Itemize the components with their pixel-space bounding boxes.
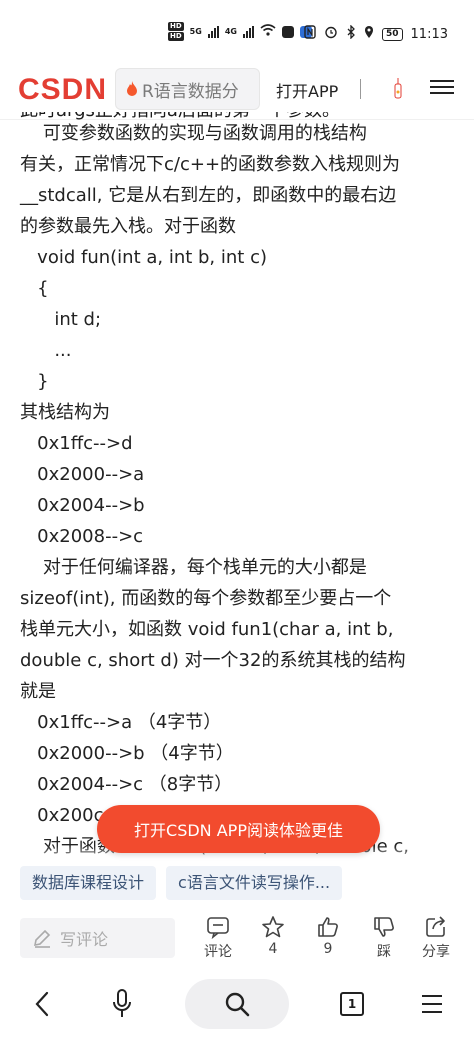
comment-input[interactable]: 写评论 [20, 918, 175, 958]
related-tag[interactable]: c语言文件读写操作... [166, 866, 343, 900]
tabs-button[interactable]: 1 [338, 986, 366, 1022]
article-line: 就是 [20, 681, 56, 702]
signal-icon-2 [242, 25, 254, 38]
network-5g-label: 5G [189, 27, 202, 36]
like-count: 9 [323, 941, 333, 957]
open-app-button[interactable]: 打开APP [276, 78, 338, 102]
system-nav-bar: 1 [0, 970, 474, 1042]
share-label: 分享 [422, 944, 450, 960]
battery-indicator: 50 [382, 27, 403, 41]
csdn-logo[interactable]: CSDN [18, 73, 107, 107]
article-line: 其栈结构为 [20, 402, 110, 423]
article-line: } [20, 371, 49, 392]
search-placeholder: R语言数据分 [142, 81, 239, 102]
flame-icon [127, 81, 137, 96]
star-icon [262, 916, 284, 938]
article-line: double c, short d) 对一个32的系统其栈的结构 [20, 650, 406, 671]
hd-bottom-label: HD [168, 32, 184, 41]
hd-indicator: HD HD [168, 22, 184, 41]
menu-icon[interactable] [430, 76, 454, 100]
article-line: int d; [20, 309, 102, 330]
search-box[interactable]: R语言数据分 [115, 68, 260, 110]
back-button[interactable] [28, 986, 56, 1022]
article-line: 0x1ffc-->d [20, 433, 133, 454]
article-line: 栈单元大小，如函数 void fun1(char a, int b, [20, 619, 394, 640]
voice-button[interactable] [108, 986, 136, 1022]
article-line: 有关，正常情况下c/c++的函数参数入栈规则为 [20, 154, 401, 175]
signal-icon [207, 25, 219, 38]
status-bar: HD HD 5G 4G 50 11:13 [0, 0, 474, 60]
comment-action-label: 评论 [204, 944, 232, 960]
notification-app-icon [281, 25, 294, 38]
wifi-icon [260, 24, 276, 39]
article-body: 可变参数函数的实现与函数调用的栈结构有关，正常情况下c/c++的函数参数入栈规则… [20, 118, 460, 862]
dislike-label: 踩 [377, 944, 391, 960]
share-action[interactable]: 分享 [414, 915, 458, 961]
network-4g-label: 4G [224, 27, 237, 36]
clock: 11:13 [410, 26, 448, 42]
header-divider [360, 79, 361, 99]
article-line: 的参数最先入栈。对于函数 [20, 216, 236, 237]
pencil-icon [33, 929, 51, 948]
hamburger-icon [422, 995, 442, 1013]
back-icon [35, 991, 49, 1017]
article-line: { [20, 278, 49, 299]
article-line: __stdcall, 它是从右到左的，即函数中的最右边 [20, 185, 397, 206]
dislike-action[interactable]: 踩 [362, 915, 406, 961]
status-icons-left: HD HD 5G 4G [168, 22, 312, 41]
article-line: 0x1ffc-->a （4字节） [20, 712, 222, 733]
bluetooth-icon [346, 24, 356, 43]
article-line: void fun(int a, int b, int c) [20, 247, 267, 268]
like-action[interactable]: 9 [306, 915, 350, 957]
app-header: CSDN R语言数据分 打开APP [0, 60, 474, 120]
share-icon [426, 916, 445, 937]
article-line: sizeof(int), 而函数的每个参数都至少要占一个 [20, 588, 392, 609]
related-tags: 数据库课程设计 c语言文件读写操作... [20, 866, 474, 902]
article-line: 0x2004-->b [20, 495, 145, 516]
article-line: 可变参数函数的实现与函数调用的栈结构 [20, 123, 367, 144]
article-line: 0x2008-->c [20, 526, 144, 547]
search-button[interactable] [185, 979, 289, 1029]
article-line: 0x2004-->c （8字节） [20, 774, 233, 795]
article-line: ... [20, 340, 72, 361]
comment-placeholder: 写评论 [60, 930, 109, 949]
related-tag[interactable]: 数据库课程设计 [20, 866, 157, 900]
thumbs-up-icon [318, 917, 338, 937]
location-icon [364, 25, 374, 43]
tab-count: 1 [340, 992, 364, 1016]
comment-icon [207, 917, 229, 939]
article-line: 0x2000-->a [20, 464, 145, 485]
comment-bar: 写评论 评论 4 9 踩 分享 [0, 905, 474, 970]
open-csdn-app-button[interactable]: 打开CSDN APP阅读体验更佳 [97, 805, 380, 853]
microphone-icon [113, 989, 131, 1017]
ad-badge-icon[interactable] [392, 78, 404, 102]
article-line: 对于任何编译器，每个栈单元的大小都是 [20, 557, 367, 578]
article-line: 0x2000-->b （4字节） [20, 743, 234, 764]
comment-action[interactable]: 评论 [196, 915, 240, 961]
thumbs-down-icon [374, 917, 394, 937]
status-icons-right: 50 11:13 [304, 24, 448, 43]
alarm-icon [324, 25, 338, 43]
favorite-count: 4 [268, 941, 278, 957]
search-icon [225, 992, 250, 1017]
favorite-action[interactable]: 4 [251, 915, 295, 957]
nfc-icon [304, 25, 316, 43]
hd-top-label: HD [168, 22, 184, 31]
menu-button[interactable] [418, 986, 446, 1022]
